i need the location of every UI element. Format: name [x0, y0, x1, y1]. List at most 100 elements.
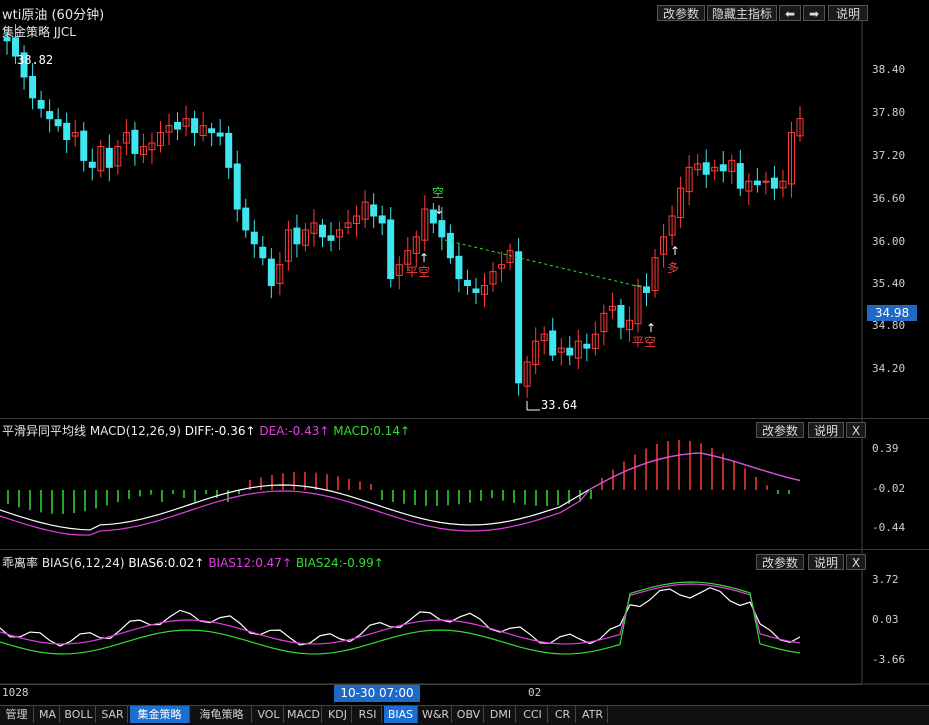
- bias-name: 乖离率 BIAS(6,12,24): [2, 556, 125, 570]
- bias6-line: [0, 587, 801, 647]
- bias24-value: BIAS24:-0.99↑: [295, 556, 384, 570]
- current-price-label: 34.98: [867, 305, 917, 321]
- macd-params-button[interactable]: 改参数: [756, 422, 804, 438]
- candle-body: [46, 111, 54, 120]
- candle-body: [736, 163, 744, 189]
- bias12-value: BIAS12:0.47↑: [208, 556, 292, 570]
- candle-body: [208, 128, 216, 134]
- candle-body: [370, 204, 378, 217]
- candle-body: [753, 180, 761, 186]
- bias-title: 乖离率 BIAS(6,12,24) BIAS6:0.02↑ BIAS12:0.4…: [2, 554, 384, 571]
- bias-y-tick: 3.72: [872, 573, 899, 586]
- bias-params-button[interactable]: 改参数: [756, 554, 804, 570]
- tab-6[interactable]: VOL: [254, 706, 284, 723]
- tab-15[interactable]: CR: [550, 706, 576, 723]
- price-y-tick: 36.60: [872, 192, 906, 205]
- tab-4[interactable]: 集金策略: [130, 706, 190, 723]
- candle-body: [37, 99, 45, 109]
- bias24-line: [0, 581, 801, 655]
- macd-y-tick: -0.02: [872, 482, 906, 495]
- candle-body: [455, 255, 463, 280]
- candle-body: [88, 161, 96, 168]
- macd-close-button[interactable]: X: [846, 422, 866, 438]
- candle-body: [174, 121, 182, 130]
- candle-body: [216, 132, 224, 137]
- time-label-left: 1028: [2, 686, 29, 699]
- candle-body: [566, 347, 574, 356]
- time-cursor-label: 10-30 07:00: [334, 685, 420, 702]
- macd-y-tick: -0.44: [872, 521, 906, 534]
- macd-value: MACD:0.14↑: [333, 424, 411, 438]
- candle-body: [762, 180, 770, 183]
- candle-body: [233, 163, 241, 210]
- candle-body: [446, 232, 454, 259]
- tab-12[interactable]: OBV: [454, 706, 484, 723]
- candle-body: [259, 246, 267, 259]
- price-y-tick: 36.00: [872, 235, 906, 248]
- tab-8[interactable]: KDJ: [324, 706, 352, 723]
- signal-duo: 多: [667, 261, 679, 275]
- tab-5[interactable]: 海龟策略: [192, 706, 252, 723]
- macd-help-button[interactable]: 说明: [808, 422, 844, 438]
- candle-body: [438, 220, 446, 238]
- tab-16[interactable]: ATR: [578, 706, 608, 723]
- tab-0[interactable]: 管理: [0, 706, 34, 723]
- macd-name: 平滑异同平均线 MACD(12,26,9): [2, 424, 181, 438]
- high-price-label: 38.82: [17, 53, 54, 67]
- candle-body: [250, 231, 258, 245]
- candle-body: [702, 162, 710, 175]
- price-y-tick: 35.40: [872, 277, 906, 290]
- candle-body: [267, 258, 275, 287]
- candle-body: [131, 129, 139, 154]
- candle-body: [378, 215, 386, 224]
- candle-body: [387, 219, 395, 280]
- tab-1[interactable]: MA: [36, 706, 60, 723]
- tab-10[interactable]: BIAS: [384, 706, 418, 723]
- time-label-mid: 02: [528, 686, 542, 699]
- candle-body: [225, 132, 233, 168]
- tab-14[interactable]: CCI: [518, 706, 548, 723]
- bias6-value: BIAS6:0.02↑: [128, 556, 205, 570]
- trend-line: [444, 239, 646, 289]
- candle-body: [327, 235, 335, 241]
- candle-body: [583, 343, 591, 349]
- price-y-tick: 37.20: [872, 149, 906, 162]
- signal-pingkong: 平空: [632, 335, 656, 349]
- tab-2[interactable]: BOLL: [62, 706, 96, 723]
- candle-body: [770, 177, 778, 189]
- signal-kong: 空: [432, 186, 444, 200]
- bias-y-tick: 0.03: [872, 613, 899, 626]
- signal-pingkong: 平空: [406, 265, 430, 279]
- candle-body: [617, 304, 625, 328]
- tab-3[interactable]: SAR: [98, 706, 128, 723]
- candle-body: [242, 207, 250, 231]
- tab-11[interactable]: W&R: [420, 706, 452, 723]
- candle-body: [472, 288, 480, 293]
- price-chart[interactable]: 空↓平空↑平空↑多↑: [0, 0, 929, 724]
- macd-dea: DEA:-0.43↑: [259, 424, 330, 438]
- bias-close-button[interactable]: X: [846, 554, 866, 570]
- price-y-tick: 37.80: [872, 106, 906, 119]
- candle-body: [719, 164, 727, 172]
- tab-7[interactable]: MACD: [286, 706, 322, 723]
- arrow-up-icon: ↑: [419, 251, 429, 265]
- candle-body: [515, 251, 523, 384]
- candle-body: [54, 119, 62, 127]
- low-price-label: 33.64: [541, 398, 578, 412]
- arrow-up-icon: ↑: [670, 244, 680, 258]
- price-y-tick: 34.20: [872, 362, 906, 375]
- tab-9[interactable]: RSI: [354, 706, 382, 723]
- candle-body: [80, 130, 88, 161]
- candle-body: [3, 36, 11, 42]
- tab-13[interactable]: DMI: [486, 706, 516, 723]
- arrow-down-icon: ↓: [434, 203, 444, 217]
- candle-body: [105, 147, 113, 168]
- macd-title: 平滑异同平均线 MACD(12,26,9) DIFF:-0.36↑ DEA:-0…: [2, 422, 410, 439]
- macd-y-tick: 0.39: [872, 442, 899, 455]
- arrow-up-icon: ↑: [646, 321, 656, 335]
- macd-diff: DIFF:-0.36↑: [184, 424, 256, 438]
- time-axis: [0, 684, 862, 685]
- bias-help-button[interactable]: 说明: [808, 554, 844, 570]
- price-y-tick: 38.40: [872, 63, 906, 76]
- candle-body: [549, 330, 557, 356]
